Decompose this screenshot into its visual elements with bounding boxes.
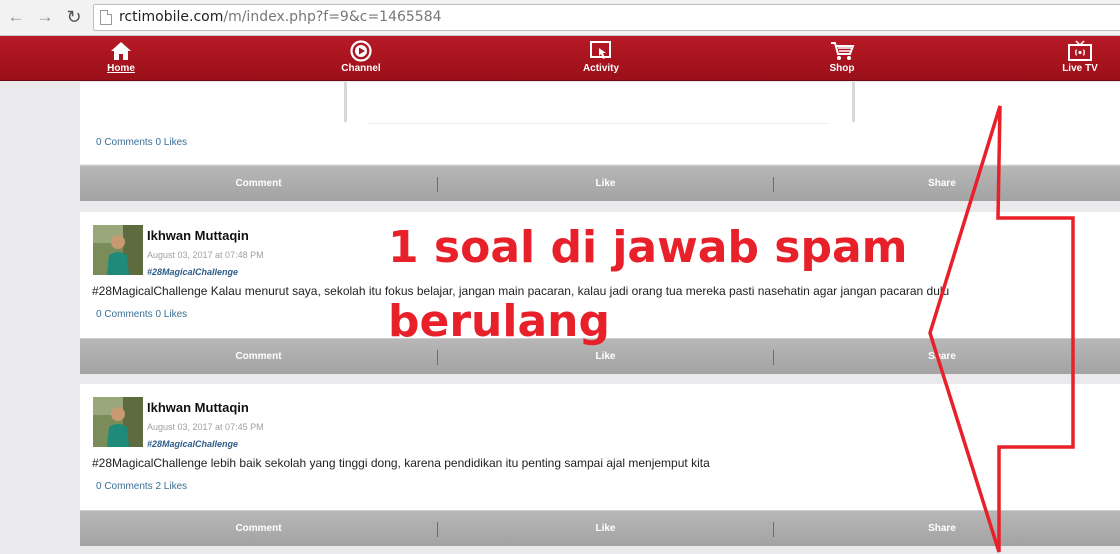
nav-label-channel: Channel [341, 63, 381, 74]
post-stats[interactable]: 0 Comments 0 Likes [96, 309, 187, 320]
post-date: August 03, 2017 at 07:48 PM [147, 250, 264, 260]
author-name[interactable]: Ikhwan Muttaqin [147, 228, 249, 243]
avatar[interactable] [93, 225, 143, 275]
url-text[interactable]: rctimobile.com/m/index.php?f=9&c=1465584 [119, 9, 442, 25]
post-action-bar: Comment Like Share [80, 165, 1120, 201]
home-icon [111, 42, 131, 60]
nav-item-activity[interactable]: Activity [556, 36, 646, 81]
hashtag-link[interactable]: #28MagicalChallenge [147, 267, 238, 277]
annotation-text-line1: 1 soal di jawab spam [388, 222, 908, 273]
page-icon [100, 10, 112, 25]
back-arrow-icon[interactable]: ← [5, 6, 27, 28]
play-circle-icon [350, 40, 372, 62]
left-gutter [0, 82, 80, 554]
embedded-media-frame [344, 82, 347, 122]
tv-icon [1068, 40, 1092, 61]
url-path: /m/index.php?f=9&c=1465584 [223, 9, 442, 25]
nav-item-home[interactable]: Home [76, 36, 166, 81]
browser-toolbar: ← → ↻ rctimobile.com/m/index.php?f=9&c=1… [0, 0, 1120, 36]
post-text: #28MagicalChallenge lebih baik sekolah y… [92, 456, 710, 470]
reload-icon[interactable]: ↻ [63, 6, 85, 28]
forward-arrow-icon[interactable]: → [34, 6, 56, 28]
shopping-cart-icon [831, 42, 855, 60]
author-name[interactable]: Ikhwan Muttaqin [147, 400, 249, 415]
address-bar[interactable]: rctimobile.com/m/index.php?f=9&c=1465584 [93, 4, 1120, 31]
share-button[interactable]: Share [774, 166, 1110, 202]
url-host: rctimobile.com [119, 9, 224, 25]
nav-label-home: Home [107, 63, 135, 74]
like-button[interactable]: Like [438, 166, 773, 202]
nav-item-channel[interactable]: Channel [316, 36, 406, 81]
share-button[interactable]: Share [774, 511, 1110, 547]
nav-label-live-tv: Live TV [1062, 63, 1098, 74]
nav-label-activity: Activity [582, 63, 620, 74]
hashtag-link[interactable]: #28MagicalChallenge [147, 439, 238, 449]
annotation-text-line2: berulang [388, 296, 610, 347]
comment-button[interactable]: Comment [80, 339, 437, 375]
post-action-bar: Comment Like Share [80, 510, 1120, 546]
nav-item-live-tv[interactable]: Live TV [1035, 36, 1120, 81]
comment-button[interactable]: Comment [80, 166, 437, 202]
like-button[interactable]: Like [438, 511, 773, 547]
embedded-media-frame [852, 82, 855, 122]
share-button[interactable]: Share [774, 339, 1110, 375]
post-stats[interactable]: 0 Comments 0 Likes [96, 137, 187, 148]
nav-item-shop[interactable]: Shop [797, 36, 887, 81]
embedded-media [368, 82, 828, 124]
post-card: 0 Comments 0 Likes [80, 82, 1120, 164]
post-date: August 03, 2017 at 07:45 PM [147, 422, 264, 432]
nav-label-shop: Shop [829, 63, 855, 74]
comment-button[interactable]: Comment [80, 511, 437, 547]
post-stats[interactable]: 0 Comments 2 Likes [96, 481, 187, 492]
avatar[interactable] [93, 397, 143, 447]
app-nav-bar: Home Channel Activity Shop Live TV [0, 36, 1120, 81]
post-card: Ikhwan Muttaqin August 03, 2017 at 07:45… [80, 384, 1120, 510]
touch-screen-icon [590, 41, 611, 59]
